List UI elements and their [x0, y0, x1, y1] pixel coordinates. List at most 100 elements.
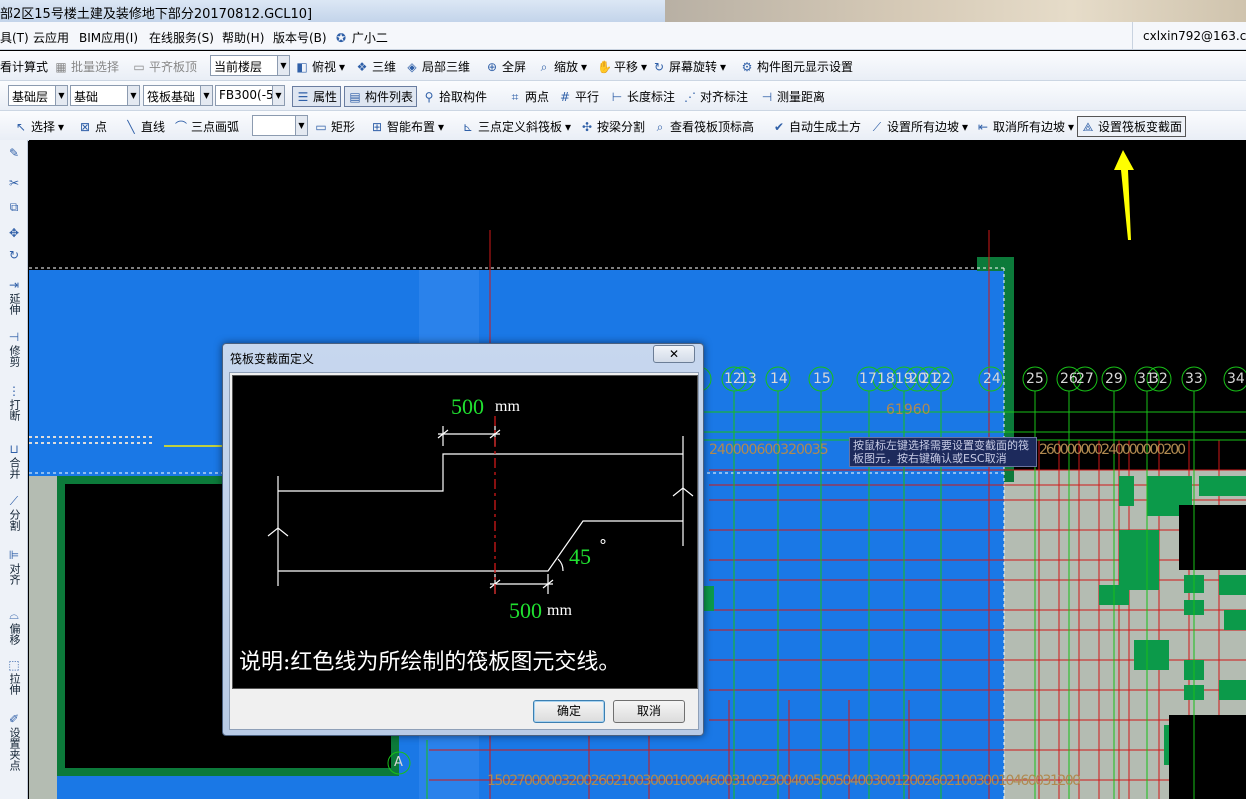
sidebar-item-align[interactable]: ⊫ 对齐	[2, 548, 26, 588]
cube-icon: ◧	[296, 59, 308, 74]
view-label: 俯视	[312, 60, 337, 74]
user-account[interactable]: cxlxin792@163.com	[1132, 22, 1246, 50]
arc-mode-select[interactable]: ▼	[252, 115, 308, 136]
local-3d-label: 局部三维	[422, 60, 471, 74]
sidebar-item-trim[interactable]: ⊣ 修剪	[2, 330, 26, 370]
menu-bim[interactable]: BIM应用(I)	[79, 29, 138, 46]
cancel-all-edges-button[interactable]: ⇤ 取消所有边坡 ▾	[976, 118, 1074, 135]
menu-cloud[interactable]: 云应用	[33, 29, 69, 46]
cut-tool[interactable]: ✂	[2, 176, 26, 191]
view-top-button[interactable]: ⌕ 查看筏板顶标高	[653, 118, 754, 135]
parallel-button[interactable]: # 平行	[558, 88, 599, 105]
mirror-tool[interactable]: ⧉	[2, 200, 26, 215]
sidebar-item-stretch[interactable]: ⬚ 拉伸	[2, 658, 26, 698]
smart-layout-button[interactable]: ⊞ 智能布置 ▾	[370, 118, 444, 135]
section-diagram: 500 mm 45 ° 500 mm 说明:红色线为所绘制的筏板图元交线。	[232, 375, 698, 689]
display-settings-button[interactable]: ⚙ 构件图元显示设置	[740, 58, 853, 75]
fullscreen-button[interactable]: ⊕ 全屏	[485, 58, 526, 75]
pan-button[interactable]: ✋ 平移 ▾	[597, 58, 647, 75]
pick-label: 拾取构件	[439, 90, 488, 104]
batch-select-button[interactable]: ▦ 批量选择	[54, 58, 119, 75]
chevron-down-icon: ▾	[720, 59, 727, 74]
line-button[interactable]: ╲ 直线	[124, 118, 165, 135]
axis-label-a: A	[394, 755, 403, 770]
brush-tool[interactable]: ✎	[2, 146, 26, 161]
pick-button[interactable]: ⚲ 拾取构件	[422, 88, 487, 105]
desktop-background	[665, 0, 1246, 22]
chevron-down-icon: ▼	[272, 86, 284, 105]
measure-button[interactable]: ⊣ 测量距离	[760, 88, 825, 105]
rect-button[interactable]: ▭ 矩形	[314, 118, 355, 135]
align-dim-button[interactable]: ⋰ 对齐标注	[683, 88, 748, 105]
rotate-button[interactable]: ↻ 屏幕旋转 ▾	[652, 58, 726, 75]
type-select[interactable]: 筏板基础 ▼	[143, 85, 213, 106]
angle-value: 45	[569, 544, 591, 569]
dialog-note: 说明:红色线为所绘制的筏板图元交线。	[239, 650, 621, 675]
fullscreen-icon: ⊕	[486, 59, 498, 74]
sidebar-item-break[interactable]: ⋮ 打断	[2, 384, 26, 424]
rotate-tool[interactable]: ↻	[2, 248, 26, 263]
cancel-button[interactable]: 取消	[613, 700, 685, 723]
axis-label-13: 13	[739, 371, 757, 387]
sidebar-item-offset[interactable]: ⌓ 偏移	[2, 608, 26, 648]
formula-label: 看计算式	[0, 60, 49, 74]
chevron-down-icon: ▼	[55, 86, 67, 105]
axis-label-32: 32	[1150, 371, 1168, 387]
view-button[interactable]: ◧ 俯视 ▾	[295, 58, 345, 75]
menu-online[interactable]: 在线服务(S)	[149, 29, 214, 46]
slope-icon: ⊾	[462, 119, 474, 134]
flush-slab-button[interactable]: ▭ 平齐板顶	[132, 58, 197, 75]
move-tool[interactable]: ✥	[2, 226, 26, 241]
local-3d-button[interactable]: ◈ 局部三维	[405, 58, 470, 75]
two-point-label: 两点	[525, 90, 550, 104]
display-settings-label: 构件图元显示设置	[757, 60, 854, 74]
ok-button[interactable]: 确定	[533, 700, 605, 723]
close-button[interactable]: ✕	[653, 345, 695, 363]
menu-assistant[interactable]: ✪ 广小二	[334, 29, 388, 46]
align-dim-label: 对齐标注	[700, 90, 749, 104]
formula-button[interactable]: 看计算式	[0, 58, 48, 75]
component-select[interactable]: FB300(-5 ▼	[215, 85, 285, 106]
set-section-button[interactable]: ⟁ 设置筏板变截面	[1077, 116, 1187, 137]
chevron-down-icon: ▾	[641, 59, 648, 74]
menu-tools[interactable]: 具(T)	[0, 29, 29, 46]
toolbar-draw: ↖ 选择 ▾ ⊠ 点 ╲ 直线 ⌒ 三点画弧 ▼ ▭ 矩形 ⊞ 智能布置 ▾ ⊾ 三点定义斜筏板 ▾…	[0, 111, 1246, 141]
select-button[interactable]: ↖ 选择 ▾	[14, 118, 64, 135]
point-button[interactable]: ⊠ 点	[78, 118, 107, 135]
length-dim-button[interactable]: ⊢ 长度标注	[610, 88, 675, 105]
sidebar-item-grip[interactable]: ✐ 设置夹点	[2, 712, 26, 774]
check-icon: ✔	[773, 119, 785, 134]
menu-help[interactable]: 帮助(H)	[222, 29, 264, 46]
sidebar-item-merge[interactable]: ⊔ 合并	[2, 442, 26, 482]
auto-earth-button[interactable]: ✔ 自动生成土方	[772, 118, 861, 135]
floor-scope-select[interactable]: 当前楼层 ▼	[210, 55, 290, 76]
dialog-body: 500 mm 45 ° 500 mm 说明:红色线为所绘制的筏板图元交线。 确定…	[229, 372, 699, 730]
floor-select[interactable]: 基础层 ▼	[8, 85, 68, 106]
component-list-button[interactable]: ▤ 构件列表	[344, 86, 418, 107]
break-icon: ⋮	[8, 384, 20, 398]
merge-label: 合并	[8, 457, 21, 479]
split-icon: ⟋	[9, 494, 19, 508]
category-select[interactable]: 基础 ▼	[70, 85, 140, 106]
smart-layout-icon: ⊞	[371, 119, 383, 134]
properties-button[interactable]: ☰ 属性	[292, 86, 342, 107]
chevron-down-icon: ▾	[581, 59, 588, 74]
extend-icon: ⇥	[8, 278, 20, 292]
menu-version[interactable]: 版本号(B)	[273, 29, 327, 46]
zoom-button[interactable]: ⌕ 缩放 ▾	[537, 58, 587, 75]
top-dim-value: 500	[451, 394, 484, 419]
set-all-edges-button[interactable]: ⟋ 设置所有边坡 ▾	[870, 118, 968, 135]
zoom-label: 缩放	[554, 60, 579, 74]
sidebar-item-split[interactable]: ⟋ 分割	[2, 494, 26, 534]
3d-icon: ❖	[356, 59, 368, 74]
slope-slab-button[interactable]: ⊾ 三点定义斜筏板 ▾	[461, 118, 571, 135]
offset-icon: ⌓	[9, 608, 19, 622]
beam-split-button[interactable]: ✣ 按梁分割	[580, 118, 645, 135]
sidebar-item-extend[interactable]: ⇥ 延伸	[2, 278, 26, 318]
category-value: 基础	[74, 90, 99, 104]
rotate-label: 屏幕旋转	[669, 60, 718, 74]
two-point-button[interactable]: ⌗ 两点	[508, 88, 549, 105]
three-d-button[interactable]: ❖ 三维	[355, 58, 396, 75]
chevron-down-icon: ▼	[127, 86, 139, 105]
arc-button[interactable]: ⌒ 三点画弧	[174, 118, 239, 135]
